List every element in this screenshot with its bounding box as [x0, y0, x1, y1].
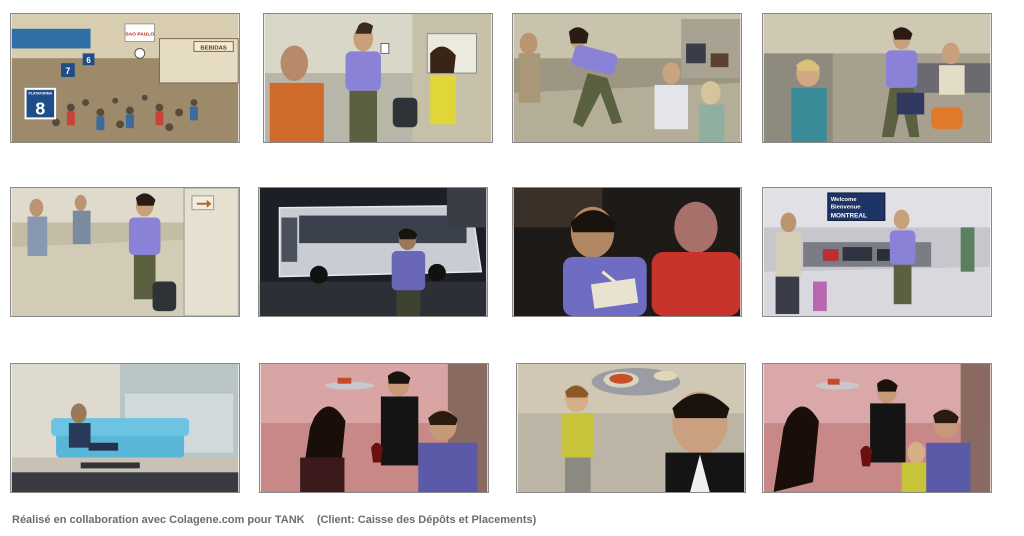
- storyboard-panel-7: [512, 187, 742, 317]
- writing-on-bus-illustration: [513, 188, 741, 316]
- platform-label: PLATAFORMA: [29, 92, 53, 96]
- storyboard-panel-3: [512, 13, 742, 143]
- searching-crowd-illustration: [763, 14, 991, 142]
- storyboard-panel-9: [10, 363, 240, 493]
- storyboard-panel-6: [258, 187, 488, 317]
- restaurant-toast-illustration: [260, 364, 488, 492]
- storyboard-panel-4: [762, 13, 992, 143]
- gate-7-sign: 7: [65, 66, 70, 76]
- ticket-argument-illustration: [264, 14, 492, 142]
- storyboard-panel-1: BEBIDAS SAO PAULO 7 6 PLATAFORMA 8: [10, 13, 240, 143]
- waiter-and-child-illustration: [517, 364, 745, 492]
- montreal-baggage-claim-illustration: Welcome Bienvenue MONTREAL: [763, 188, 991, 316]
- waiting-with-luggage-illustration: [11, 188, 239, 316]
- storyboard-panel-10: [259, 363, 489, 493]
- welcome-sign-line-2: Bienvenue: [831, 205, 862, 211]
- bebidas-sign: BEBIDAS: [200, 45, 227, 51]
- credits-caption: Réalisé en collaboration avec Colagene.c…: [12, 514, 537, 526]
- bus-terminal-crowd-illustration: BEBIDAS SAO PAULO 7 6 PLATAFORMA 8: [11, 14, 239, 142]
- storyboard-panel-12: [762, 363, 992, 493]
- storyboard-panel-8: Welcome Bienvenue MONTREAL: [762, 187, 992, 317]
- night-bus-illustration: [259, 188, 487, 316]
- lounge-sofa-illustration: [11, 364, 239, 492]
- platform-number-sign: 8: [35, 98, 45, 118]
- destination-sign: SAO PAULO: [125, 32, 154, 38]
- gate-6-sign: 6: [86, 56, 91, 65]
- clock-icon: [134, 47, 146, 59]
- storyboard-panel-5: [10, 187, 240, 317]
- storyboard-panel-11: [516, 363, 746, 493]
- family-dinner-illustration: [763, 364, 991, 492]
- welcome-sign-line-1: Welcome: [831, 197, 857, 203]
- running-through-terminal-illustration: [513, 14, 741, 142]
- storyboard-panel-2: [263, 13, 493, 143]
- city-sign: MONTREAL: [831, 213, 867, 220]
